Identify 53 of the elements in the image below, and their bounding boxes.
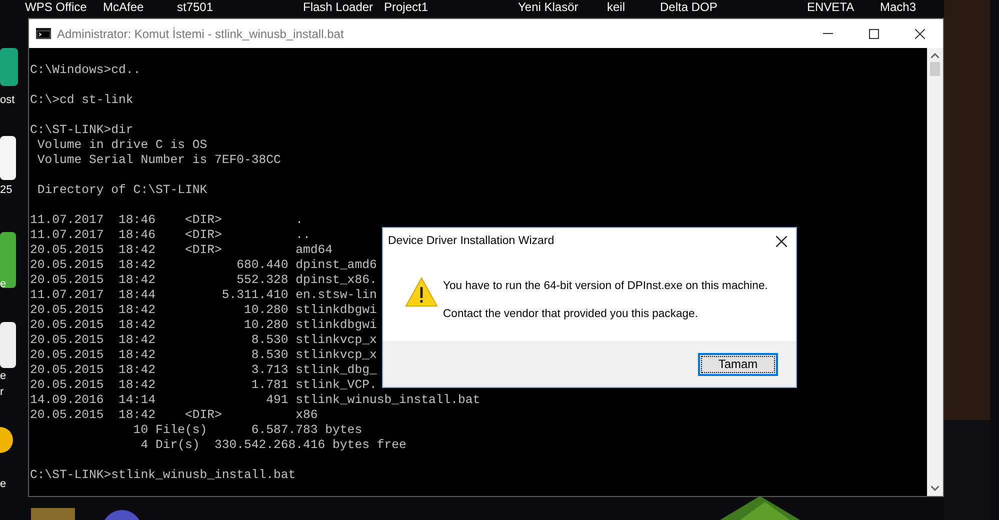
- desktop-icon-label[interactable]: e: [0, 370, 6, 383]
- console-icon: [36, 28, 51, 39]
- desktop-icon-label[interactable]: Mach3: [880, 0, 916, 14]
- scrollbar[interactable]: [927, 48, 943, 496]
- console-line: 20.05.2015 18:42 <DIR> x86: [30, 408, 318, 423]
- console-line: C:\>cd st-link: [30, 93, 134, 108]
- console-line: 20.05.2015 18:42 10.280 stlinkdbgwi: [30, 303, 377, 318]
- console-line: 11.07.2017 18:46 <DIR> ..: [30, 228, 310, 243]
- console-line: 10 File(s) 6.587.783 bytes: [132, 423, 362, 438]
- console-line: 20.05.2015 18:42 <DIR> amd64: [30, 243, 333, 258]
- desktop-icon-label[interactable]: Yeni Klasör: [518, 0, 578, 14]
- console-line: Volume Serial Number is 7EF0-38CC: [36, 153, 281, 168]
- desktop-icon-label[interactable]: Delta DOP: [660, 0, 718, 14]
- window-title: Administrator: Komut İstemi - stlink_winusb_install.bat: [57, 26, 344, 42]
- maximize-icon: [869, 28, 879, 38]
- close-icon: [776, 236, 786, 247]
- console-line: C:\Windows>cd..: [30, 63, 141, 78]
- console-line: 20.05.2015 18:42 10.280 stlinkdbgwi: [30, 318, 377, 333]
- console-line: 20.05.2015 18:42 552.328 dpinst_x86.: [30, 273, 377, 288]
- desktop-icon-label[interactable]: 25: [0, 184, 12, 197]
- desktop-icon-label[interactable]: ost: [0, 94, 15, 107]
- console-line: 11.07.2017 18:44 5.311.410 en.stsw-lin: [30, 288, 377, 303]
- desktop-icon-label[interactable]: WPS Office: [25, 0, 87, 14]
- console-line: Directory of C:\ST-LINK: [36, 183, 208, 198]
- console-line: 20.05.2015 18:42 3.713 stlink_dbg_: [30, 363, 377, 378]
- desktop-icon-label[interactable]: st7501: [177, 0, 214, 14]
- console-line: C:\ST-LINK>stlink_winusb_install.bat: [30, 468, 296, 483]
- desktop-icon-label[interactable]: ENVETA: [807, 0, 854, 14]
- desktop-icon-label[interactable]: Flash Loader: [303, 0, 374, 14]
- scroll-up-icon[interactable]: [931, 53, 939, 58]
- console-line: C:\ST-LINK>dir: [30, 123, 134, 138]
- console-line: 20.05.2015 18:42 8.530 stlinkvcp_x: [30, 333, 377, 348]
- dialog-title: Device Driver Installation Wizard: [388, 234, 554, 249]
- desktop-icon-label[interactable]: r: [0, 386, 4, 399]
- console-line: 11.07.2017 18:46 <DIR> .: [30, 213, 304, 228]
- console-line: Volume in drive C is OS: [36, 138, 208, 153]
- minimize-icon: [823, 33, 833, 34]
- dialog-message: You have to run the 64-bit version of DPInst.exe on this machine.: [443, 279, 768, 294]
- scroll-down-icon[interactable]: [931, 486, 939, 491]
- desktop-icon-label[interactable]: keil: [607, 0, 626, 14]
- desktop-icon-label[interactable]: e: [0, 478, 6, 491]
- warning-icon: [405, 277, 438, 307]
- console-line: 4 Dir(s) 330.542.268.416 bytes free: [140, 438, 406, 453]
- close-icon: [915, 28, 925, 38]
- console-line: 14.09.2016 14:14 491 stlink_winusb_install.bat: [30, 393, 480, 408]
- desktop-icon-label[interactable]: McAfee: [103, 0, 144, 14]
- console-line: 20.05.2015 18:42 1.781 stlink_VCP.: [30, 378, 377, 393]
- scroll-thumb[interactable]: [930, 62, 940, 76]
- desktop-icon-label[interactable]: Project1: [384, 0, 428, 14]
- console-line: 20.05.2015 18:42 8.530 stlinkvcp_x: [30, 348, 377, 363]
- console-line: 20.05.2015 18:42 680.440 dpinst_amd6: [30, 258, 377, 273]
- dialog-message: Contact the vendor that provided you this package.: [443, 307, 699, 322]
- ok-button[interactable]: Tamam: [698, 352, 778, 376]
